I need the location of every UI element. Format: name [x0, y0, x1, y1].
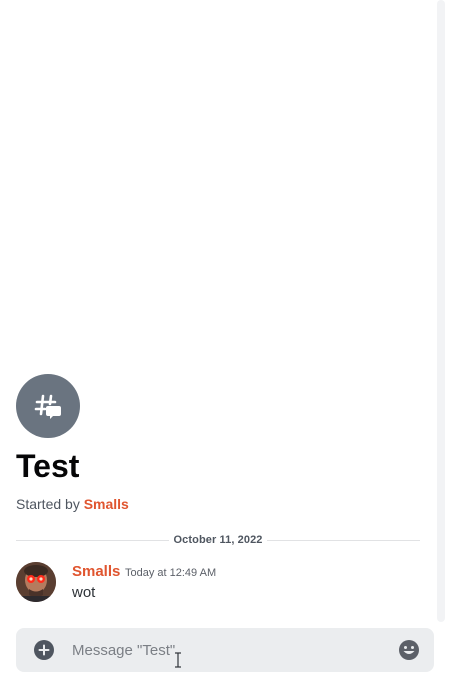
scrollbar[interactable] [437, 0, 445, 622]
thread-author-link[interactable]: Smalls [84, 496, 129, 512]
message-content: wot [72, 584, 96, 601]
emoji-face-icon [399, 640, 419, 660]
divider-date: October 11, 2022 [173, 534, 263, 546]
message-composer [16, 628, 434, 672]
started-by-label: Started by [16, 496, 84, 512]
thread-hash-icon [34, 394, 61, 419]
plus-circle-icon[interactable] [34, 640, 54, 660]
thread-view: Test Started by Smalls October 11, 2022 … [0, 0, 450, 691]
message-item[interactable]: Smalls Today at 12:49 AM wot [16, 560, 420, 606]
message-input[interactable] [72, 628, 382, 672]
message-timestamp: Today at 12:49 AM [125, 567, 217, 579]
message-author[interactable]: Smalls [72, 563, 120, 581]
avatar[interactable] [16, 562, 56, 602]
thread-title: Test [16, 448, 80, 484]
plus-icon [38, 644, 50, 656]
date-divider: October 11, 2022 [16, 532, 421, 548]
thread-started-by: Started by Smalls [16, 495, 129, 513]
divider-line-right [266, 539, 421, 541]
divider-line-left [16, 539, 170, 541]
emoji-icon[interactable] [398, 639, 420, 661]
text-cursor-icon [175, 652, 181, 668]
avatar-image [16, 562, 56, 602]
thread-icon [16, 374, 80, 438]
